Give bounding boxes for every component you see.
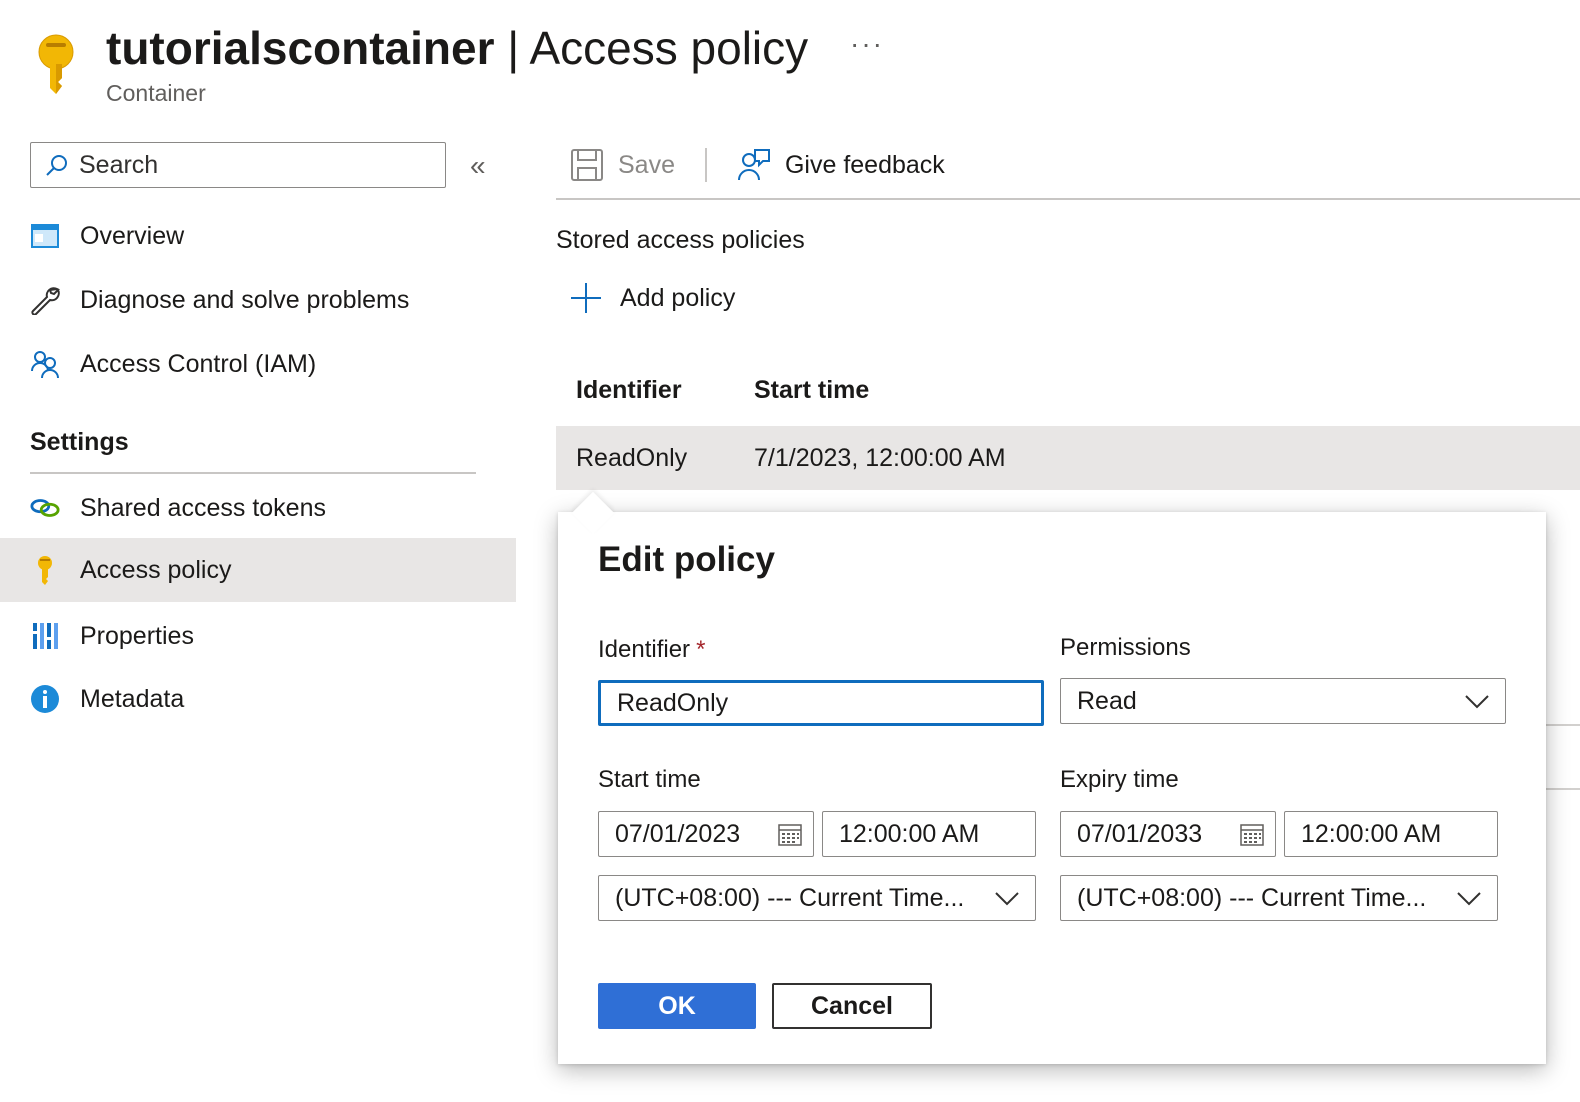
- more-options-button[interactable]: ···: [850, 28, 884, 60]
- section-divider: [30, 472, 476, 474]
- sidebar-item-overview[interactable]: Overview: [0, 204, 516, 268]
- table-row[interactable]: [556, 426, 1580, 490]
- permissions-dropdown[interactable]: Read: [1060, 678, 1506, 724]
- save-icon: [571, 149, 603, 181]
- toolbar-separator: [704, 148, 707, 182]
- cancel-button[interactable]: Cancel: [772, 983, 932, 1029]
- calendar-icon[interactable]: [1239, 821, 1265, 847]
- sidebar-item-label: Overview: [80, 221, 185, 250]
- feedback-icon: [737, 149, 770, 181]
- sidebar-item-label: Metadata: [80, 684, 185, 713]
- column-header-start-time[interactable]: Start time: [754, 376, 869, 405]
- sidebar-item-access-policy[interactable]: Access policy: [0, 538, 516, 602]
- sidebar-item-label: Shared access tokens: [80, 493, 326, 522]
- expiry-date-picker[interactable]: 07/01/2033: [1060, 811, 1276, 857]
- sidebar-item-label: Diagnose and solve problems: [80, 285, 410, 314]
- section-title: Stored access policies: [556, 226, 805, 254]
- identifier-input-value: ReadOnly: [617, 688, 729, 717]
- info-icon: [30, 684, 60, 714]
- wrench-icon: [30, 285, 60, 315]
- edit-policy-callout: [558, 512, 1546, 1064]
- save-button[interactable]: Save: [556, 148, 689, 182]
- divider: [1546, 788, 1580, 790]
- expiry-timezone-value: (UTC+08:00) --- Current Time...: [1077, 883, 1427, 912]
- expiry-time-input[interactable]: 12:00:00 AM: [1284, 811, 1498, 857]
- start-timezone-value: (UTC+08:00) --- Current Time...: [615, 883, 965, 912]
- people-icon: [30, 349, 60, 379]
- identifier-label: Identifier *: [598, 636, 705, 664]
- key-icon: [30, 555, 60, 585]
- expiry-time-label: Expiry time: [1060, 766, 1179, 793]
- start-date-picker[interactable]: 07/01/2023: [598, 811, 814, 857]
- expiry-time-value: 12:00:00 AM: [1301, 819, 1442, 848]
- sidebar-item-label: Properties: [80, 621, 194, 650]
- permissions-value: Read: [1077, 686, 1137, 715]
- collapse-sidebar-button[interactable]: «: [470, 150, 486, 182]
- give-feedback-button[interactable]: Give feedback: [723, 148, 959, 182]
- chevron-down-icon: [1465, 695, 1489, 709]
- feedback-label: Give feedback: [784, 150, 945, 179]
- start-date-value: 07/01/2023: [615, 819, 741, 848]
- start-timezone-dropdown[interactable]: (UTC+08:00) --- Current Time...: [598, 875, 1036, 921]
- key-icon: [38, 34, 74, 94]
- chevron-down-icon: [995, 892, 1019, 906]
- cell-start-time: 7/1/2023, 12:00:00 AM: [754, 444, 1006, 472]
- link-icon: [30, 493, 60, 523]
- start-time-input[interactable]: 12:00:00 AM: [822, 811, 1036, 857]
- expiry-timezone-dropdown[interactable]: (UTC+08:00) --- Current Time...: [1060, 875, 1498, 921]
- column-header-identifier[interactable]: Identifier: [576, 376, 682, 405]
- settings-section-title: Settings: [30, 428, 129, 456]
- identifier-label-text: Identifier: [598, 636, 691, 663]
- page-title: tutorialscontainer | Access policy: [106, 18, 808, 78]
- overview-icon: [30, 221, 60, 251]
- sidebar-item-diagnose[interactable]: Diagnose and solve problems: [0, 268, 516, 332]
- expiry-date-value: 07/01/2033: [1077, 819, 1203, 848]
- ok-button[interactable]: OK: [598, 983, 756, 1029]
- sidebar-search[interactable]: [30, 142, 446, 188]
- start-time-value: 12:00:00 AM: [839, 819, 980, 848]
- sidebar-item-label: Access Control (IAM): [80, 349, 317, 378]
- chevron-down-icon: [1457, 892, 1481, 906]
- sidebar-item-label: Access policy: [80, 555, 232, 584]
- permissions-label: Permissions: [1060, 634, 1191, 661]
- resource-type: Container: [106, 80, 206, 106]
- sidebar-item-metadata[interactable]: Metadata: [0, 667, 516, 731]
- calendar-icon[interactable]: [777, 821, 803, 847]
- plus-icon: [571, 283, 601, 313]
- cell-identifier: ReadOnly: [576, 444, 688, 472]
- add-policy-label: Add policy: [620, 283, 736, 312]
- required-asterisk: *: [696, 636, 706, 663]
- blade-title: Access policy: [529, 22, 809, 74]
- sidebar-item-iam[interactable]: Access Control (IAM): [0, 332, 516, 396]
- resource-name: tutorialscontainer: [106, 22, 495, 74]
- save-label: Save: [618, 150, 675, 179]
- divider: [1546, 724, 1580, 726]
- identifier-field[interactable]: ReadOnly: [598, 680, 1044, 726]
- properties-icon: [30, 621, 60, 651]
- sidebar-item-properties[interactable]: Properties: [0, 604, 516, 668]
- toolbar-divider: [556, 198, 1580, 200]
- sidebar-item-shared-access-tokens[interactable]: Shared access tokens: [0, 476, 516, 540]
- title-separator: |: [494, 22, 530, 74]
- search-input[interactable]: [79, 150, 419, 180]
- search-icon: [46, 155, 67, 176]
- add-policy-button[interactable]: Add policy: [570, 282, 735, 314]
- command-bar: Save Give feedback: [556, 140, 959, 190]
- dialog-title: Edit policy: [598, 540, 775, 579]
- start-time-label: Start time: [598, 766, 701, 793]
